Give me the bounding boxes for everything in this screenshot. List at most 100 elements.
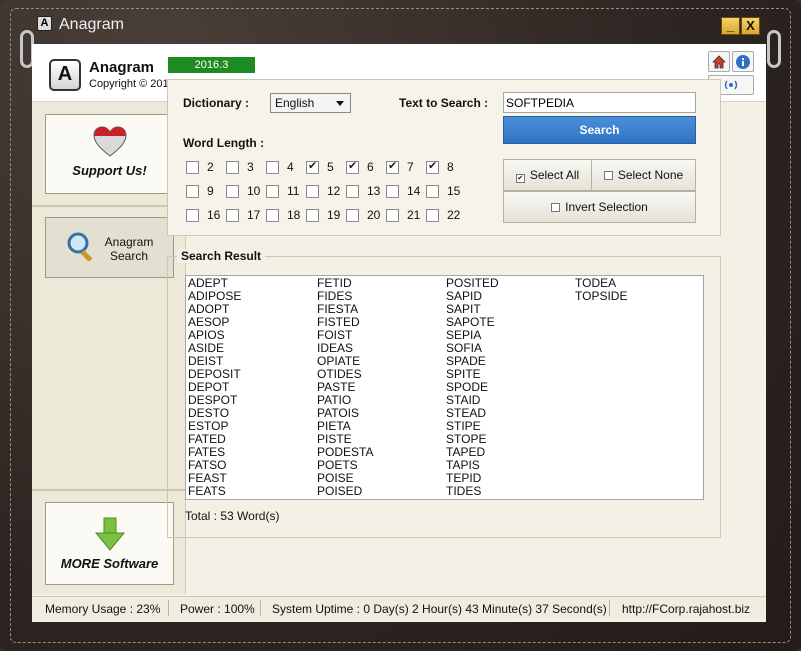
support-us-button[interactable]: Support Us! <box>45 114 174 194</box>
anagram-search-button[interactable]: Anagram Search <box>45 217 174 278</box>
checkbox-empty-icon <box>186 209 199 222</box>
total-count: Total : 53 Word(s) <box>185 509 280 523</box>
info-icon <box>736 55 750 69</box>
sidebar: Support Us! Anagram Search MORE Software <box>32 102 186 594</box>
status-divider <box>609 600 610 616</box>
system-uptime: System Uptime : 0 Day(s) 2 Hour(s) 43 Mi… <box>272 602 607 616</box>
checkbox-empty-icon <box>603 171 613 180</box>
title-bar[interactable]: A Anagram _ X <box>0 0 801 38</box>
status-divider <box>260 600 261 616</box>
dictionary-select[interactable]: English <box>270 93 351 113</box>
anagram-search-label: Anagram Search <box>104 235 154 263</box>
checkbox-empty-icon <box>306 209 319 222</box>
power-status: Power : 100% <box>180 602 255 616</box>
result-column: POSITED SAPID SAPIT SAPOTE SEPIA SOFIA SPADE SP… <box>446 277 499 498</box>
checkbox-empty-icon <box>306 185 319 198</box>
result-column: ADEPT ADIPOSE ADOPT AESOP APIOS ASIDE DEIST DEP… <box>188 277 241 498</box>
word-length-value: 11 <box>287 184 300 198</box>
memory-usage: Memory Usage : 23% <box>45 602 161 616</box>
word-length-value: 6 <box>367 160 374 174</box>
support-us-label: Support Us! <box>72 163 147 178</box>
checkbox-empty-icon <box>346 209 359 222</box>
window-title: Anagram <box>59 16 124 33</box>
word-length-value: 3 <box>247 160 254 174</box>
word-length-value: 21 <box>407 208 421 222</box>
more-software-button[interactable]: MORE Software <box>45 502 174 585</box>
version-badge: 2016.3 <box>168 57 255 73</box>
word-length-value: 22 <box>447 208 461 222</box>
home-icon <box>712 55 726 69</box>
checkbox-empty-icon <box>266 185 279 198</box>
checkbox-checked-icon <box>386 159 399 174</box>
invert-selection-button[interactable]: Invert Selection <box>503 191 696 223</box>
result-word[interactable]: TIDES <box>446 485 499 498</box>
result-word[interactable]: FEATS <box>188 485 241 498</box>
checkbox-checked-icon <box>346 159 359 174</box>
result-word[interactable]: TOPSIDE <box>575 290 627 303</box>
word-length-value: 10 <box>247 184 261 198</box>
word-length-value: 19 <box>327 208 341 222</box>
checkbox-empty-icon <box>226 209 239 222</box>
magnifier-icon <box>67 232 93 261</box>
sidebar-divider <box>32 489 186 491</box>
dictionary-label: Dictionary : <box>183 96 250 110</box>
checkbox-checked-icon <box>306 159 319 174</box>
search-text-input[interactable] <box>503 92 696 113</box>
search-button[interactable]: Search <box>503 116 696 144</box>
signal-icon <box>724 80 738 90</box>
heart-icon <box>93 126 127 157</box>
search-options-panel: Dictionary : English Text to Search : Se… <box>167 79 721 236</box>
word-length-value: 17 <box>247 208 261 222</box>
word-length-label: Word Length : <box>183 136 265 150</box>
word-length-value: 14 <box>407 184 421 198</box>
home-button[interactable] <box>708 51 730 72</box>
checkbox-empty-icon <box>266 161 279 174</box>
checkbox-empty-icon <box>186 185 199 198</box>
info-button[interactable] <box>732 51 754 72</box>
app-name: Anagram <box>89 59 155 76</box>
checkbox-empty-icon <box>426 185 439 198</box>
checkbox-checked-icon: ✔ <box>515 174 525 183</box>
status-bar: Memory Usage : 23% Power : 100% System U… <box>32 596 766 619</box>
select-all-button[interactable]: ✔ Select All <box>503 159 592 191</box>
checkbox-empty-icon <box>426 209 439 222</box>
minimize-button[interactable]: _ <box>721 17 740 35</box>
more-software-label: MORE Software <box>60 556 159 571</box>
checkbox-empty-icon <box>186 161 199 174</box>
sidebar-divider <box>32 205 186 207</box>
results-listbox[interactable]: ADEPT ADIPOSE ADOPT AESOP APIOS ASIDE DEIST DEP… <box>185 275 704 500</box>
search-result-title: Search Result <box>177 249 266 263</box>
chevron-down-icon <box>336 101 344 106</box>
checkbox-empty-icon <box>226 185 239 198</box>
word-length-checkbox-8[interactable]: 8 <box>426 159 506 176</box>
close-button[interactable]: X <box>741 17 760 35</box>
checkbox-checked-icon <box>426 159 439 174</box>
window-frame: A Anagram _ X A Anagram 2016.3 Copyright… <box>0 0 801 651</box>
word-length-value: 4 <box>287 160 294 174</box>
word-length-checkbox-15[interactable]: 15 <box>426 184 506 200</box>
invert-icon <box>551 203 561 212</box>
select-none-button[interactable]: Select None <box>591 159 696 191</box>
checkbox-empty-icon <box>386 185 399 198</box>
result-column: FETID FIDES FIESTA FISTED FOIST IDEAS OPIATE OT… <box>317 277 373 498</box>
word-length-value: 12 <box>327 184 341 198</box>
website-link[interactable]: http://FCorp.rajahost.biz <box>622 602 750 616</box>
checkbox-empty-icon <box>386 209 399 222</box>
word-length-value: 9 <box>207 184 214 198</box>
checkbox-empty-icon <box>346 185 359 198</box>
result-column: TODEA TOPSIDE <box>575 277 627 303</box>
word-length-value: 7 <box>407 160 414 174</box>
word-length-checkbox-22[interactable]: 22 <box>426 208 506 224</box>
word-length-value: 2 <box>207 160 214 174</box>
word-length-value: 8 <box>447 160 454 174</box>
download-arrow-icon <box>94 517 126 551</box>
app-logo: A <box>49 59 81 91</box>
search-result-group: Search Result ADEPT ADIPOSE ADOPT AESOP APIO… <box>167 249 721 538</box>
checkbox-empty-icon <box>266 209 279 222</box>
word-length-value: 15 <box>447 184 461 198</box>
text-to-search-label: Text to Search : <box>399 96 489 110</box>
word-length-value: 13 <box>367 184 381 198</box>
word-length-value: 5 <box>327 160 334 174</box>
checkbox-empty-icon <box>226 161 239 174</box>
result-word[interactable]: POISED <box>317 485 373 498</box>
